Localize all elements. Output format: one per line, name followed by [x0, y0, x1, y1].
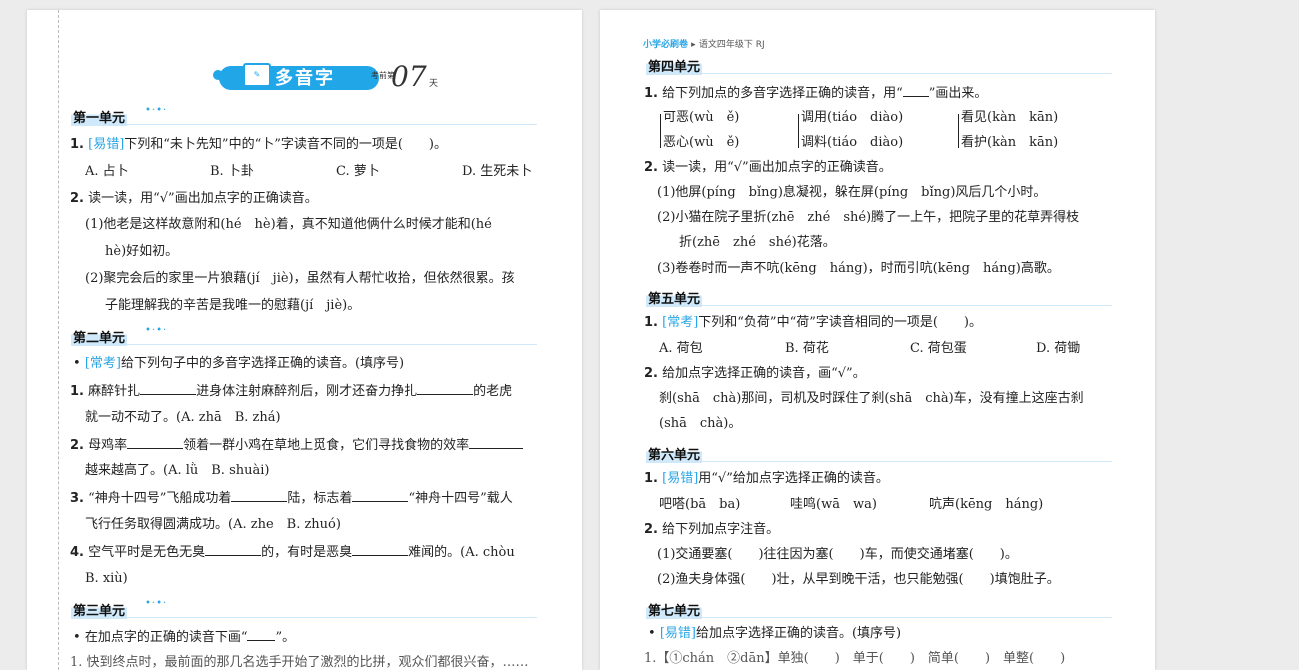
book-icon: ✎: [243, 63, 271, 87]
question-2: 2. 母鸡率 领着一群小鸡在草地上觅食，它们寻找食物的效率: [70, 436, 524, 455]
option-b: B. 卜卦: [210, 164, 254, 179]
cut-off-text: 1.【①chán ②dān】单独( ) 单于( ) 简单( ) 单整( ): [644, 651, 1066, 666]
unit-intro: • 在加点字的正确的读音下画“”。: [73, 630, 296, 645]
pinyin-choice[interactable]: 恶心(wù ě): [663, 134, 739, 152]
cut-off-text: 1. 快到终点时，最前面的那几名选手开始了激烈的比拼，观众们都很兴奋，……: [70, 655, 529, 670]
day-number: 07: [391, 60, 427, 93]
pinyin-choice[interactable]: 调用(tiáo diào): [801, 109, 903, 127]
question-2: 2. 给加点字选择正确的读音，画“√”。: [644, 366, 866, 381]
question-2: 2. 读一读，用“√”画出加点字的正确读音。: [644, 160, 892, 175]
question-1: 1. 给下列加点的多音字选择正确的读音，用“ ”画出来。: [644, 86, 988, 101]
section-unit-4: 第四单元: [646, 56, 1112, 76]
section-unit-5: 第五单元: [646, 288, 1112, 308]
answer-blank[interactable]: [469, 436, 524, 449]
question-4: 4. 空气平时是无色无臭 的，有时是恶臭 难闻的。(A. chòu: [70, 543, 515, 560]
answer-blank[interactable]: [140, 382, 197, 395]
right-page: 小学必刷卷 ▸ 语文四年级下 RJ 第四单元 1. 给下列加点的多音字选择正确的…: [600, 10, 1155, 670]
answer-blank[interactable]: [417, 382, 474, 395]
question-3: 3. “神舟十四号”飞船成功着 陆，标志着 “神舟十四号”载人: [70, 489, 513, 506]
pinyin-choice[interactable]: 吧嗒(bā ba): [659, 496, 740, 514]
question-1: 1. [易错]下列和“未卜先知”中的“卜”字读音不同的一项是( )。: [70, 137, 448, 152]
sentence-text: 子能理解我的辛苦是我唯一的慰藉(jí jiè)。: [105, 298, 361, 313]
pinyin-choice[interactable]: 可恶(wù ě): [663, 109, 739, 127]
question-1: 1. 麻醉针扎 进身体注射麻醉剂后，刚才还奋力挣扎 的老虎: [70, 382, 513, 399]
section-unit-7: 第七单元: [646, 600, 1112, 620]
section-unit-2: 第二单元 •·•·: [71, 325, 537, 347]
answer-blank[interactable]: [352, 543, 409, 556]
page-header: 小学必刷卷 ▸ 语文四年级下 RJ: [643, 40, 765, 50]
sentence-text: (2)聚完会后的家里一片狼藉(jí jiè)，虽然有人帮忙收拾，但依然很累。孩: [85, 271, 515, 286]
pinyin-choice[interactable]: 看见(kàn kān): [961, 109, 1058, 127]
question-1: 1. [易错]用“√”给加点字选择正确的读音。: [644, 471, 889, 486]
pinyin-choice[interactable]: 看护(kàn kān): [961, 134, 1058, 152]
option-d: D. 生死未卜: [462, 164, 533, 179]
page-title: 多音字: [275, 68, 335, 89]
unit-intro: • [常考]给下列句子中的多音字选择正确的读音。(填序号): [73, 356, 405, 371]
question-1: 1. [常考]下列和“负荷”中“荷”字读音相同的一项是( )。: [644, 315, 983, 330]
question-2: 2. 给下列加点字注音。: [644, 522, 780, 537]
answer-blank[interactable]: [127, 436, 184, 449]
title-suffix: 天: [429, 79, 439, 89]
left-page: ✎ 多音字 考前第 07 天 第一单元 •·•· 1. [易错]下列和“未卜先知…: [27, 10, 582, 670]
question-2: 2. 读一读，用“√”画出加点字的正确读音。: [70, 191, 318, 206]
pinyin-choice[interactable]: 哇鸣(wā wa): [790, 496, 877, 514]
sentence-text: (1)他老是这样故意附和(hé hè)着，真不知道他俩什么时候才能和(hé: [85, 217, 492, 232]
sentence-text: hè)好如初。: [105, 244, 179, 259]
pinyin-choice[interactable]: 调料(tiáo diào): [801, 134, 903, 152]
option-a: A. 荷包: [659, 341, 703, 356]
answer-blank[interactable]: [352, 489, 409, 502]
option-d: D. 荷锄: [1036, 341, 1081, 356]
answer-blank[interactable]: [205, 543, 262, 556]
title-banner: ✎ 多音字 考前第 07 天: [213, 60, 443, 96]
section-unit-1: 第一单元 •·•·: [71, 105, 537, 127]
answer-blank[interactable]: [231, 489, 288, 502]
option-c: C. 荷包蛋: [910, 341, 967, 356]
unit-intro: • [易错]给加点字选择正确的读音。(填序号): [648, 626, 902, 641]
cut-line: [58, 10, 59, 670]
section-unit-6: 第六单元: [646, 444, 1112, 464]
section-unit-3: 第三单元 •·•·: [71, 598, 537, 620]
pinyin-choice[interactable]: 吭声(kēng háng): [929, 496, 1043, 514]
option-a: A. 占卜: [85, 164, 129, 179]
option-b: B. 荷花: [785, 341, 829, 356]
option-c: C. 萝卜: [336, 164, 380, 179]
